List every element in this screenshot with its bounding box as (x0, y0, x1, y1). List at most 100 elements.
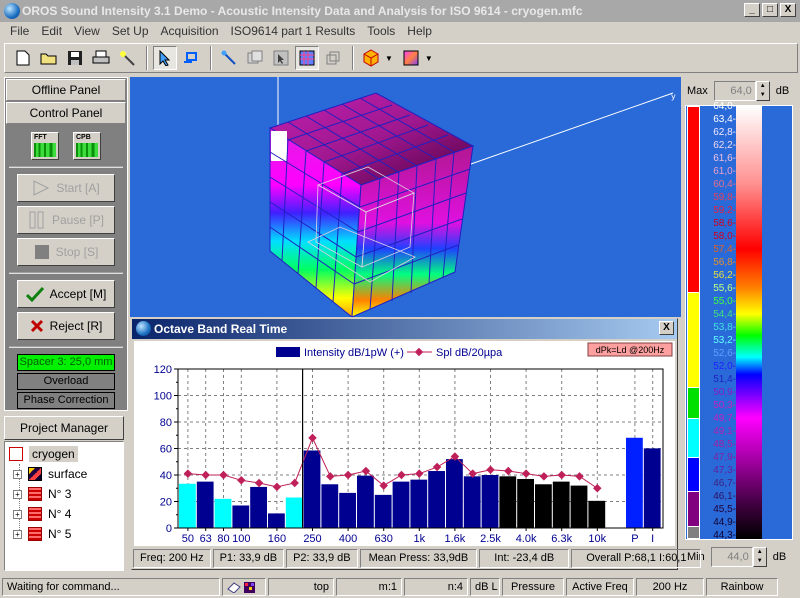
threshold-band[interactable] (688, 107, 699, 294)
save-icon[interactable] (63, 46, 87, 70)
scale-tick-label: 50,3- (713, 400, 736, 411)
colored-cube-icon[interactable] (359, 46, 383, 70)
max-value-input[interactable]: 64,0 (713, 81, 756, 101)
octave-close-button[interactable]: X (659, 321, 674, 335)
tree-label: N° 3 (48, 487, 72, 501)
spin-down-icon[interactable]: ▼ (757, 91, 769, 100)
stop-button[interactable]: Stop [S] (17, 238, 115, 266)
palette-icon[interactable] (399, 46, 423, 70)
spin-down-icon[interactable]: ▼ (754, 557, 766, 566)
bar-1.25k (428, 471, 445, 528)
accept-button[interactable]: Accept [M] (17, 280, 115, 308)
new-document-icon[interactable] (11, 46, 35, 70)
threshold-band[interactable] (688, 293, 699, 389)
scale-tick-label: 51,4- (713, 374, 736, 385)
bar-4.0k (517, 478, 534, 528)
bar-50 (179, 483, 196, 528)
spin-up-icon[interactable]: ▲ (754, 548, 766, 557)
octave-chart-svg[interactable]: Intensity dB/1pW (+) Spl dB/20µpa dPk=Ld @… (134, 341, 675, 546)
bar-6.3k (552, 481, 570, 528)
maximize-button[interactable]: □ (762, 3, 778, 17)
select-mesh-icon[interactable] (243, 46, 267, 70)
pause-button[interactable]: Pause [P] (17, 206, 115, 234)
fft-button[interactable]: FFT (31, 132, 59, 160)
mesh-cube-icon (28, 507, 42, 521)
wireframe-cube-icon[interactable] (321, 46, 345, 70)
min-value-input[interactable]: 44,0 (710, 547, 753, 567)
scale-tick-label: 44,9- (713, 517, 736, 528)
menu-file[interactable]: File (4, 22, 35, 41)
max-spin-buttons[interactable]: ▲ ▼ (755, 81, 770, 101)
expand-icon[interactable]: + (13, 469, 22, 479)
threshold-band[interactable] (688, 418, 699, 458)
menu-setup[interactable]: Set Up (106, 22, 155, 41)
x-tick-label: 80 (217, 533, 229, 545)
tree-item-surface[interactable]: + surface (13, 464, 87, 484)
scale-tick-label: 59,2- (713, 205, 736, 216)
grid-select-icon[interactable] (295, 46, 319, 70)
project-manager-header[interactable]: Project Manager (4, 416, 124, 440)
pointer-box-icon[interactable] (269, 46, 293, 70)
intensity-mesh-render[interactable]: y (130, 77, 681, 317)
tree-item-root[interactable]: cryogen (9, 444, 78, 464)
menu-edit[interactable]: Edit (35, 22, 68, 41)
select-pointer-icon[interactable] (153, 46, 177, 70)
freq-mode-readout: Active Freq (566, 578, 634, 596)
menu-acquisition[interactable]: Acquisition (155, 22, 225, 41)
menu-bar: File Edit View Set Up Acquisition ISO961… (0, 22, 800, 41)
threshold-band[interactable] (688, 388, 699, 419)
cpb-button[interactable]: CPB (73, 132, 101, 160)
bar-3.15k (499, 476, 517, 528)
toolbar-separator (210, 46, 212, 70)
project-cube-icon (9, 447, 23, 461)
tree-item-n3[interactable]: + N° 3 (13, 484, 71, 504)
minimize-button[interactable]: _ (744, 3, 760, 17)
expand-icon[interactable]: + (13, 509, 22, 519)
print-icon[interactable] (89, 46, 113, 70)
expand-icon[interactable]: + (13, 529, 22, 539)
surface-cube-icon (28, 467, 42, 481)
x-tick-label: 400 (339, 533, 357, 545)
scale-tick-label: 46,1- (713, 491, 736, 502)
reject-button[interactable]: Reject [R] (17, 312, 115, 340)
probe-icon[interactable] (217, 46, 241, 70)
y-tick-label: 100 (154, 391, 172, 403)
colored-cube-dropdown-icon[interactable]: ▼ (385, 54, 393, 63)
threshold-band[interactable] (688, 457, 699, 493)
rotate-view-icon[interactable] (179, 46, 203, 70)
open-folder-icon[interactable] (37, 46, 61, 70)
spin-up-icon[interactable]: ▲ (757, 82, 769, 91)
threshold-band[interactable] (688, 492, 699, 527)
octave-title-bar[interactable]: Octave Band Real Time X (132, 319, 677, 339)
octave-chart[interactable]: Intensity dB/1pW (+) Spl dB/20µpa dPk=Ld @… (134, 341, 675, 546)
start-label: Start [A] (56, 181, 100, 195)
palette-dropdown-icon[interactable]: ▼ (425, 54, 433, 63)
x-tick-label: P (631, 533, 638, 545)
min-spin-buttons[interactable]: ▲ ▼ (752, 547, 767, 567)
scale-tick-label: 47,3- (713, 465, 736, 476)
tree-item-n4[interactable]: + N° 4 (13, 504, 71, 524)
menu-tools[interactable]: Tools (361, 22, 401, 41)
close-button[interactable]: X (780, 3, 796, 17)
expand-icon[interactable]: + (13, 489, 22, 499)
menu-iso9614-results[interactable]: ISO9614 part 1 Results (225, 22, 362, 41)
tree-item-n5[interactable]: + N° 5 (13, 524, 71, 544)
bar-2.5k (481, 475, 499, 528)
tab-control-panel[interactable]: Control Panel (6, 102, 126, 124)
intensity-readout: Int: -23,4 dB (479, 549, 570, 568)
scale-tick-label: 60,4- (713, 179, 736, 190)
scale-tick-label: 61,0- (713, 166, 736, 177)
freq-readout: 200 Hz (636, 578, 704, 596)
scale-tick-label: 53,8- (713, 322, 736, 333)
status-message: Waiting for command... (2, 578, 220, 596)
tab-offline-panel[interactable]: Offline Panel (6, 79, 126, 101)
menu-help[interactable]: Help (401, 22, 438, 41)
3d-view[interactable]: y (130, 77, 681, 317)
scale-tick-label: 64,0- (713, 101, 736, 112)
start-button[interactable]: Start [A] (17, 174, 115, 202)
menu-view[interactable]: View (68, 22, 106, 41)
y-tick-label: 0 (166, 523, 172, 535)
x-tick-label: I (651, 533, 654, 545)
magic-wand-icon[interactable] (115, 46, 139, 70)
legend-swatch-intensity (276, 347, 300, 357)
